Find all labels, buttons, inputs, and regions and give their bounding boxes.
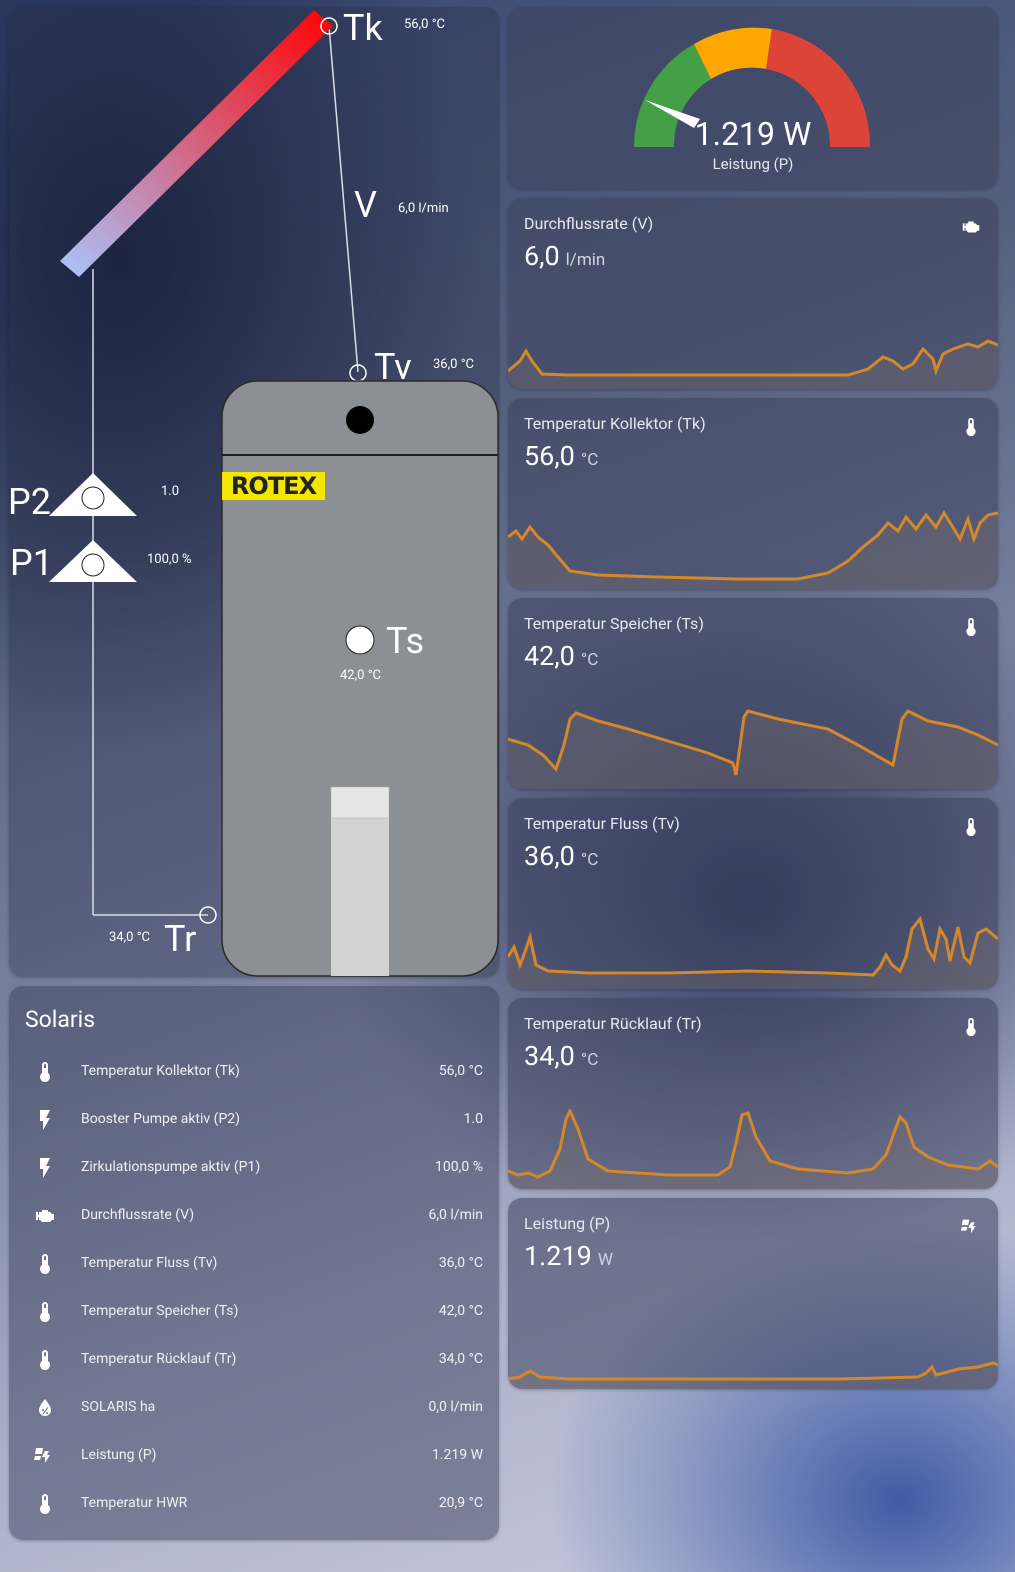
thermometer-icon [966, 817, 976, 837]
card-title: Solaris [25, 1006, 96, 1033]
gauge-value: 1.219 W [694, 115, 812, 153]
tr-value[interactable]: 34,0 °C [109, 930, 150, 945]
sensor-value: 42,0 °C [524, 640, 599, 672]
sensor-card-collector-temp[interactable]: Temperatur Kollektor (Tk) 56,0 °C [508, 398, 998, 589]
sensor-name: Temperatur Fluss (Tv) [524, 814, 680, 833]
thermometer-icon [40, 1302, 50, 1322]
ts-value[interactable]: 42,0 °C [340, 668, 381, 683]
sensor-name: Leistung (P) [524, 1214, 611, 1233]
entity-row[interactable]: Temperatur Rücklauf (Tr) 34,0 °C [9, 1336, 499, 1384]
p1-label: P1 [10, 542, 53, 584]
sensor-card-power[interactable]: Leistung (P) 1.219 W [508, 1198, 998, 1389]
sensor-name: Temperatur Rücklauf (Tr) [524, 1014, 702, 1033]
sensor-name: Temperatur Speicher (Ts) [524, 614, 704, 633]
v-label: V [354, 184, 377, 226]
sensor-value: 36,0 °C [524, 840, 599, 872]
thermometer-icon [40, 1254, 50, 1274]
rotex-logo: ROTEX [230, 472, 317, 500]
tv-label: Tv [374, 346, 412, 388]
solar-collector [60, 10, 333, 277]
tv-value[interactable]: 36,0 °C [433, 357, 474, 372]
entity-row[interactable]: Durchflussrate (V) 6,0 l/min [9, 1192, 499, 1240]
sensor-graph [508, 510, 998, 589]
solar-diagram-card: ROTEX Tk 56,0 °C V 6,0 l/min Tv 36,0 °C … [9, 7, 499, 977]
sensor-card-storage-temp[interactable]: Temperatur Speicher (Ts) 42,0 °C [508, 598, 998, 789]
entity-row[interactable]: Leistung (P) 1.219 W [9, 1432, 499, 1480]
solar-power-icon [960, 1219, 976, 1234]
sensor-name: Durchflussrate (V) [524, 214, 654, 233]
flash-icon [40, 1158, 50, 1178]
flash-icon [40, 1110, 50, 1130]
entity-row[interactable]: Temperatur Fluss (Tv) 36,0 °C [9, 1240, 499, 1288]
sensor-card-return-temp[interactable]: Temperatur Rücklauf (Tr) 34,0 °C [508, 998, 998, 1189]
p2-value[interactable]: 1.0 [161, 484, 179, 499]
sensor-name: Temperatur Kollektor (Tk) [524, 414, 706, 433]
thermometer-icon [40, 1062, 50, 1082]
p2-label: P2 [9, 481, 51, 523]
pump-icon [962, 221, 980, 233]
tr-label: Tr [164, 918, 197, 960]
sensor-graph [508, 709, 998, 789]
sensor-value: 56,0 °C [524, 440, 599, 472]
entity-row[interactable]: Temperatur HWR 20,9 °C [9, 1480, 499, 1528]
tk-label: Tk [343, 7, 383, 49]
solaris-entities-card: Solaris Temperatur Kollektor (Tk) 56,0 °… [9, 986, 499, 1540]
entity-row[interactable]: Temperatur Speicher (Ts) 42,0 °C [9, 1288, 499, 1336]
power-gauge-card[interactable]: 1.219 W Leistung (P) [508, 7, 998, 189]
entity-row[interactable]: Zirkulationspumpe aktiv (P1) 100,0 % [9, 1144, 499, 1192]
sensor-graph [508, 915, 998, 989]
sensor-card-flow-temp[interactable]: Temperatur Fluss (Tv) 36,0 °C [508, 798, 998, 989]
sensor-graph [508, 339, 998, 389]
thermometer-icon [966, 1017, 976, 1037]
sensor-value: 34,0 °C [524, 1040, 599, 1072]
tk-value[interactable]: 56,0 °C [404, 17, 445, 32]
pump-icon [36, 1210, 54, 1222]
entity-row[interactable]: SOLARIS ha 0,0 l/min [9, 1384, 499, 1432]
gauge-name: Leistung (P) [712, 155, 794, 173]
entity-row[interactable]: Booster Pumpe aktiv (P2) 1.0 [9, 1096, 499, 1144]
thermometer-icon [966, 617, 976, 637]
water-percent-icon [39, 1399, 51, 1416]
sensor-value: 6,0 l/min [524, 240, 606, 272]
thermometer-icon [40, 1350, 50, 1370]
v-value[interactable]: 6,0 l/min [398, 201, 449, 216]
sensor-graph [508, 1361, 998, 1389]
ts-sensor [345, 625, 375, 655]
thermometer-icon [966, 417, 976, 437]
solar-power-icon [34, 1448, 50, 1463]
sensor-value: 1.219 W [524, 1240, 613, 1272]
sensor-card-flow[interactable]: Durchflussrate (V) 6,0 l/min [508, 198, 998, 389]
ts-label: Ts [386, 620, 425, 662]
thermometer-icon [40, 1494, 50, 1514]
sensor-graph [508, 1109, 998, 1189]
entity-row[interactable]: Temperatur Kollektor (Tk) 56,0 °C [9, 1048, 499, 1096]
p1-value[interactable]: 100,0 % [147, 552, 192, 567]
